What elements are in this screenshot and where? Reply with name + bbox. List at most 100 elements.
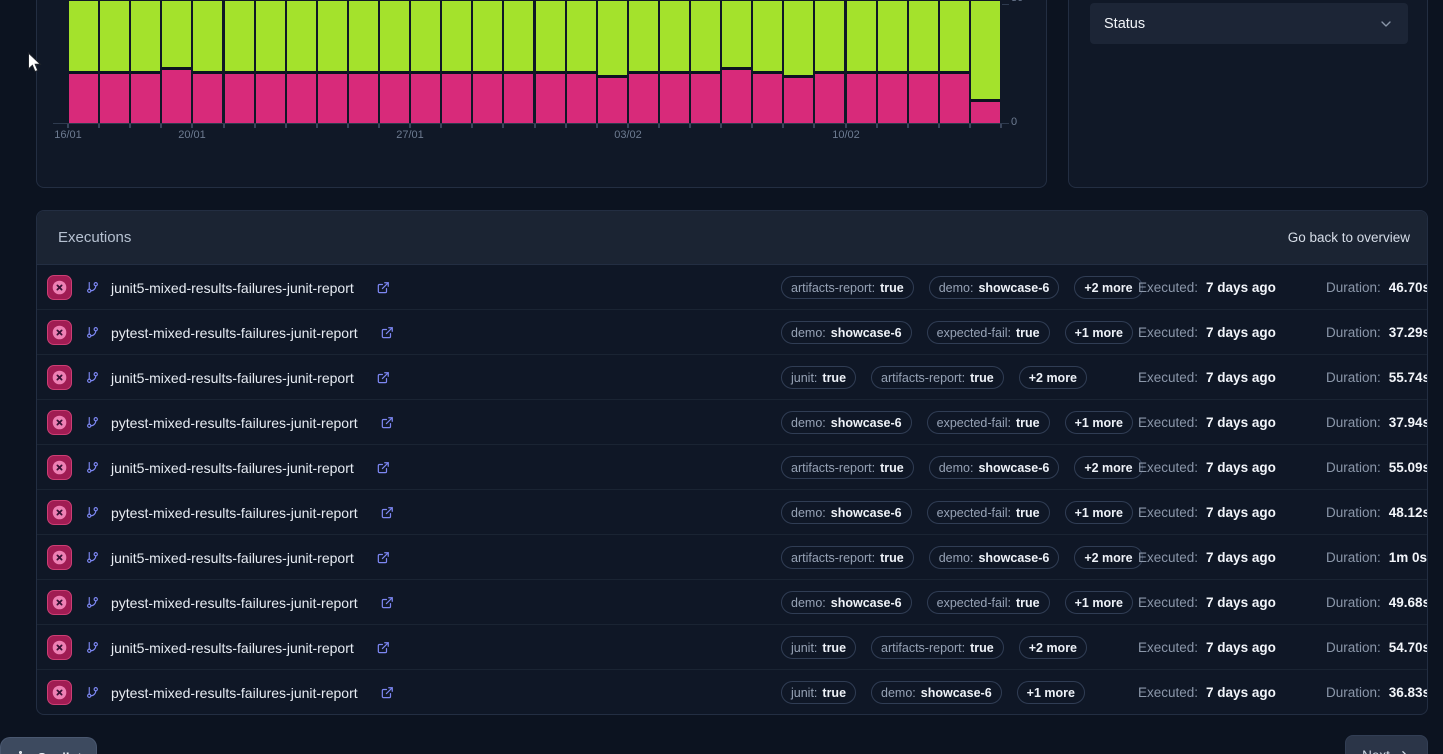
external-link-icon[interactable]	[376, 551, 390, 565]
label-badges: artifacts-report:truedemo:showcase-6+2 m…	[781, 445, 1143, 490]
passed-segment	[691, 1, 720, 71]
more-badge[interactable]: +1 more	[1065, 591, 1133, 614]
stacked-bar[interactable]	[753, 1, 782, 123]
passed-segment	[598, 1, 627, 75]
stacked-bar[interactable]	[473, 1, 502, 123]
duration-value: 1m 0s	[1389, 550, 1427, 565]
stacked-bar[interactable]	[131, 1, 160, 123]
more-badge[interactable]: +2 more	[1074, 546, 1142, 569]
failed-segment	[131, 71, 160, 123]
stacked-bar[interactable]	[536, 1, 565, 123]
label-badge: demo:showcase-6	[781, 411, 912, 434]
passed-segment	[256, 1, 285, 71]
stacked-bar[interactable]	[349, 1, 378, 123]
execution-row[interactable]: junit5-mixed-results-failures-junit-repo…	[37, 265, 1427, 310]
failed-segment	[815, 71, 844, 123]
label-badge: demo:showcase-6	[929, 276, 1060, 299]
more-badge[interactable]: +1 more	[1065, 321, 1133, 344]
execution-row-left: junit5-mixed-results-failures-junit-repo…	[37, 535, 390, 580]
stacked-bar[interactable]	[504, 1, 533, 123]
more-badge[interactable]: +1 more	[1065, 411, 1133, 434]
stacked-bar[interactable]	[629, 1, 658, 123]
execution-row[interactable]: pytest-mixed-results-failures-junit-repo…	[37, 400, 1427, 445]
stacked-bar[interactable]	[598, 1, 627, 123]
status-filter-select[interactable]: Status	[1090, 3, 1408, 44]
git-branch-icon	[86, 596, 99, 609]
git-branch-icon	[86, 416, 99, 429]
execution-row[interactable]: pytest-mixed-results-failures-junit-repo…	[37, 580, 1427, 625]
stacked-bar[interactable]	[442, 1, 471, 123]
external-link-icon[interactable]	[376, 641, 390, 655]
passed-segment	[722, 1, 751, 67]
external-link-icon[interactable]	[380, 326, 394, 340]
more-badge[interactable]: +2 more	[1074, 456, 1142, 479]
stacked-bar[interactable]	[411, 1, 440, 123]
executed-label: Executed:	[1138, 280, 1198, 295]
go-back-to-overview-link[interactable]: Go back to overview	[1288, 230, 1410, 245]
stacked-bar[interactable]	[940, 1, 969, 123]
stacked-bar[interactable]	[162, 1, 191, 123]
duration-value: 36.83s	[1389, 685, 1428, 700]
stacked-bar[interactable]	[100, 1, 129, 123]
stacked-bar[interactable]	[878, 1, 907, 123]
stacked-bar[interactable]	[660, 1, 689, 123]
more-badge[interactable]: +1 more	[1065, 501, 1133, 524]
duration-value: 48.12s	[1389, 505, 1428, 520]
more-badge[interactable]: +2 more	[1019, 636, 1087, 659]
stacked-bar[interactable]	[380, 1, 409, 123]
duration-label: Duration:	[1326, 280, 1381, 295]
more-badge[interactable]: +2 more	[1074, 276, 1142, 299]
more-badge[interactable]: +1 more	[1017, 681, 1085, 704]
external-link-icon[interactable]	[376, 281, 390, 295]
execution-row[interactable]: junit5-mixed-results-failures-junit-repo…	[37, 625, 1427, 670]
copilot-button[interactable]: Copilot	[0, 737, 97, 754]
git-branch-icon	[86, 326, 99, 339]
stacked-bar[interactable]	[225, 1, 254, 123]
external-link-icon[interactable]	[376, 461, 390, 475]
stacked-bar[interactable]	[691, 1, 720, 123]
stacked-bar[interactable]	[815, 1, 844, 123]
failed-segment	[349, 71, 378, 123]
git-branch-icon	[86, 506, 99, 519]
failed-segment	[225, 71, 254, 123]
executions-bar-chart	[69, 1, 1004, 123]
external-link-icon[interactable]	[380, 686, 394, 700]
execution-row[interactable]: pytest-mixed-results-failures-junit-repo…	[37, 670, 1427, 715]
execution-row[interactable]: junit5-mixed-results-failures-junit-repo…	[37, 535, 1427, 580]
duration-value: 55.09s	[1389, 460, 1428, 475]
execution-row-left: pytest-mixed-results-failures-junit-repo…	[37, 490, 394, 535]
more-badge[interactable]: +2 more	[1019, 366, 1087, 389]
status-failed-icon	[47, 410, 72, 435]
execution-row[interactable]: junit5-mixed-results-failures-junit-repo…	[37, 445, 1427, 490]
label-badge: demo:showcase-6	[781, 501, 912, 524]
external-link-icon[interactable]	[376, 371, 390, 385]
stacked-bar[interactable]	[847, 1, 876, 123]
stacked-bar[interactable]	[318, 1, 347, 123]
duration-value: 37.29s	[1389, 325, 1428, 340]
execution-row[interactable]: pytest-mixed-results-failures-junit-repo…	[37, 490, 1427, 535]
passed-segment	[878, 1, 907, 71]
stacked-bar[interactable]	[69, 1, 98, 123]
executed-cell: Executed:7 days ago	[1138, 580, 1276, 625]
label-badge: expected-fail:true	[927, 411, 1050, 434]
failed-segment	[504, 71, 533, 123]
stacked-bar[interactable]	[722, 1, 751, 123]
failed-segment	[598, 75, 627, 123]
duration-value: 55.74s	[1389, 370, 1428, 385]
duration-cell: Duration:55.09s	[1326, 445, 1428, 490]
stacked-bar[interactable]	[909, 1, 938, 123]
next-button[interactable]: Next	[1345, 735, 1428, 754]
external-link-icon[interactable]	[380, 416, 394, 430]
external-link-icon[interactable]	[380, 506, 394, 520]
external-link-icon[interactable]	[380, 596, 394, 610]
stacked-bar[interactable]	[567, 1, 596, 123]
failed-segment	[847, 71, 876, 123]
stacked-bar[interactable]	[784, 1, 813, 123]
duration-cell: Duration:36.83s	[1326, 670, 1428, 715]
stacked-bar[interactable]	[193, 1, 222, 123]
execution-row[interactable]: junit5-mixed-results-failures-junit-repo…	[37, 355, 1427, 400]
stacked-bar[interactable]	[287, 1, 316, 123]
stacked-bar[interactable]	[971, 1, 1000, 123]
execution-row[interactable]: pytest-mixed-results-failures-junit-repo…	[37, 310, 1427, 355]
stacked-bar[interactable]	[256, 1, 285, 123]
